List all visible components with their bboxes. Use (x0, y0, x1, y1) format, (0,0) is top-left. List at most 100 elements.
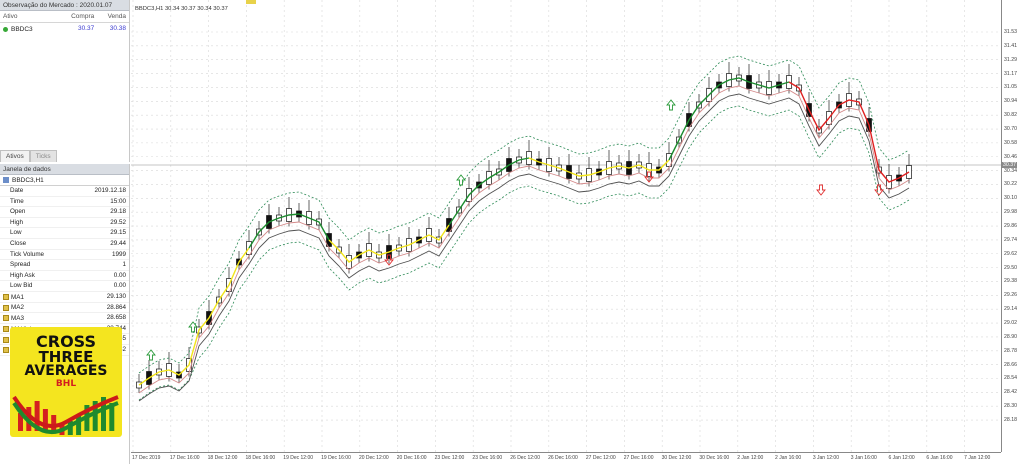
time-tick-label: 17 Dec 16:00 (169, 455, 200, 461)
market-watch-panel: Observação do Mercado : 2020.01.07 Ativo… (0, 0, 130, 162)
data-window-symbol-label: BBDC3,H1 (12, 176, 44, 184)
market-watch-tabs: Ativos Ticks (0, 150, 57, 162)
price-tick-label: 29.98 (1004, 209, 1017, 216)
data-label: Time (10, 197, 24, 205)
symbol-name: BBDC3 (11, 25, 33, 33)
data-value: 1 (122, 261, 126, 269)
time-axis[interactable]: 17 Dec 2019 17 Dec 16:00 18 Dec 12:00 18 De… (131, 452, 1001, 464)
time-tick-label: 26 Dec 12:00 (510, 455, 540, 461)
sell-arrow-icon (816, 184, 826, 196)
data-value: 0.00 (113, 271, 126, 279)
time-tick-label: 27 Dec 12:00 (585, 455, 616, 461)
price-tick-label: 29.86 (1004, 223, 1017, 229)
data-value: 1999 (111, 250, 126, 258)
chart-tab-indicator[interactable] (246, 0, 256, 4)
data-row: High 29.52 (0, 218, 129, 229)
data-row: Low Bid 0.00 (0, 281, 129, 292)
chart-ohlc-label: BBDC3,H1 30.34 30.37 30.34 30.37 (135, 6, 228, 12)
column-header-symbol[interactable]: Ativo (0, 11, 65, 22)
price-tick-label: 30.46 (1004, 153, 1017, 160)
price-tick-label: 30.58 (1004, 139, 1017, 146)
time-tick-label: 30 Dec 16:00 (699, 455, 730, 461)
time-tick-label: 18 Dec 12:00 (207, 455, 238, 461)
time-tick-label: 3 Jan 16:00 (850, 455, 877, 461)
time-tick-label: 20 Dec 16:00 (396, 455, 427, 461)
indicator-icon (3, 336, 9, 343)
data-value: 29.44 (110, 239, 126, 247)
data-label: Spread (10, 261, 31, 269)
price-tick-label: 30.10 (1004, 195, 1017, 202)
time-tick-label: 3 Jan 12:00 (812, 455, 839, 461)
indicator-icon (3, 326, 9, 333)
price-tick-label: 31.41 (1004, 42, 1017, 49)
data-value: 29.52 (110, 218, 126, 226)
band-upper (138, 55, 910, 374)
price-tick-label: 31.05 (1004, 84, 1017, 91)
data-label: Low Bid (10, 282, 33, 290)
indicator-value: 28.864 (106, 303, 126, 311)
time-tick-label: 18 Dec 16:00 (245, 455, 276, 461)
indicator-label: MA1 (11, 293, 24, 301)
indicator-label: MA3 (11, 314, 24, 322)
data-label: Date (10, 187, 24, 194)
data-window-symbol: BBDC3,H1 (0, 175, 129, 186)
price-tick-label: 28.30 (1004, 403, 1017, 410)
price-axis[interactable]: 31.53 31.41 31.29 31.17 31.05 30.94 30.82 30.70… (1001, 0, 1024, 452)
data-row: Date 2019.12.18 (0, 186, 129, 197)
tab-ativos[interactable]: Ativos (0, 150, 30, 162)
indicator-value: 28.658 (106, 314, 126, 322)
data-label: High (10, 218, 23, 226)
data-row: Close 29.44 (0, 239, 129, 250)
chart-canvas[interactable] (131, 0, 1001, 452)
indicator-row: MA1 29.130 (0, 292, 129, 303)
time-tick-label: 17 Dec 2019 (132, 455, 161, 461)
market-watch-title: Observação do Mercado : 2020.01.07 (0, 0, 129, 11)
price-tick-label: 28.66 (1004, 361, 1017, 368)
indicator-row: MA2 28.864 (0, 303, 129, 314)
price-tick-label: 29.14 (1004, 306, 1017, 313)
time-tick-label: 7 Jan 12:00 (964, 455, 991, 461)
ask-price: 30.38 (109, 25, 126, 32)
time-tick-label: 26 Dec 16:00 (548, 455, 578, 461)
indicator-icon (3, 315, 9, 322)
price-chart[interactable]: BBDC3,H1 30.34 30.37 30.34 30.37 (131, 0, 1001, 452)
indicator-value: 29.130 (106, 292, 126, 300)
column-header-bid[interactable]: Compra (65, 11, 97, 22)
time-tick-label: 23 Dec 16:00 (472, 455, 503, 461)
data-row: Spread 1 (0, 260, 129, 271)
tab-ticks[interactable]: Ticks (29, 150, 57, 162)
chart-icon (3, 177, 9, 183)
price-tick-label: 30.82 (1004, 112, 1017, 119)
price-tick-label: 29.02 (1004, 320, 1017, 326)
time-tick-label: 23 Dec 12:00 (434, 455, 465, 461)
data-row: Tick Volume 1999 (0, 250, 129, 261)
data-row: Time 15:00 (0, 197, 129, 208)
price-tick-label: 28.90 (1004, 333, 1017, 340)
indicator-label: MA2 (11, 304, 24, 312)
price-tick-label: 29.38 (1004, 278, 1017, 285)
cross-three-averages-logo: CROSS THREE AVERAGES BHL (10, 327, 122, 437)
price-tick-label: 28.18 (1004, 417, 1017, 423)
column-header-ask[interactable]: Venda (97, 11, 129, 22)
price-tick-label: 29.62 (1004, 250, 1017, 257)
data-label: High Ask (10, 271, 35, 279)
price-tick-label: 30.22 (1004, 181, 1017, 188)
data-value: 2019.12.18 (94, 187, 126, 194)
market-watch-row[interactable]: BBDC3 30.37 30.38 (0, 23, 129, 35)
price-tick-label: 28.42 (1004, 389, 1017, 396)
data-row: High Ask 0.00 (0, 271, 129, 282)
indicator-row: MA3 28.658 (0, 313, 129, 324)
price-tick-label: 30.70 (1004, 126, 1017, 132)
data-label: Tick Volume (10, 250, 45, 258)
trading-terminal: Observação do Mercado : 2020.01.07 Ativo… (0, 0, 1024, 464)
time-tick-label: 19 Dec 16:00 (321, 455, 351, 461)
price-tick-label: 29.50 (1004, 264, 1017, 271)
bid-price: 30.37 (77, 25, 95, 32)
data-label: Low (10, 229, 22, 237)
data-value: 29.18 (110, 208, 126, 216)
price-tick-label: 29.26 (1004, 292, 1017, 299)
data-value: 29.15 (110, 229, 126, 237)
data-value: 0.00 (113, 282, 126, 290)
time-tick-label: 19 Dec 12:00 (283, 455, 314, 461)
market-watch-header: Ativo Compra Venda (0, 11, 129, 23)
